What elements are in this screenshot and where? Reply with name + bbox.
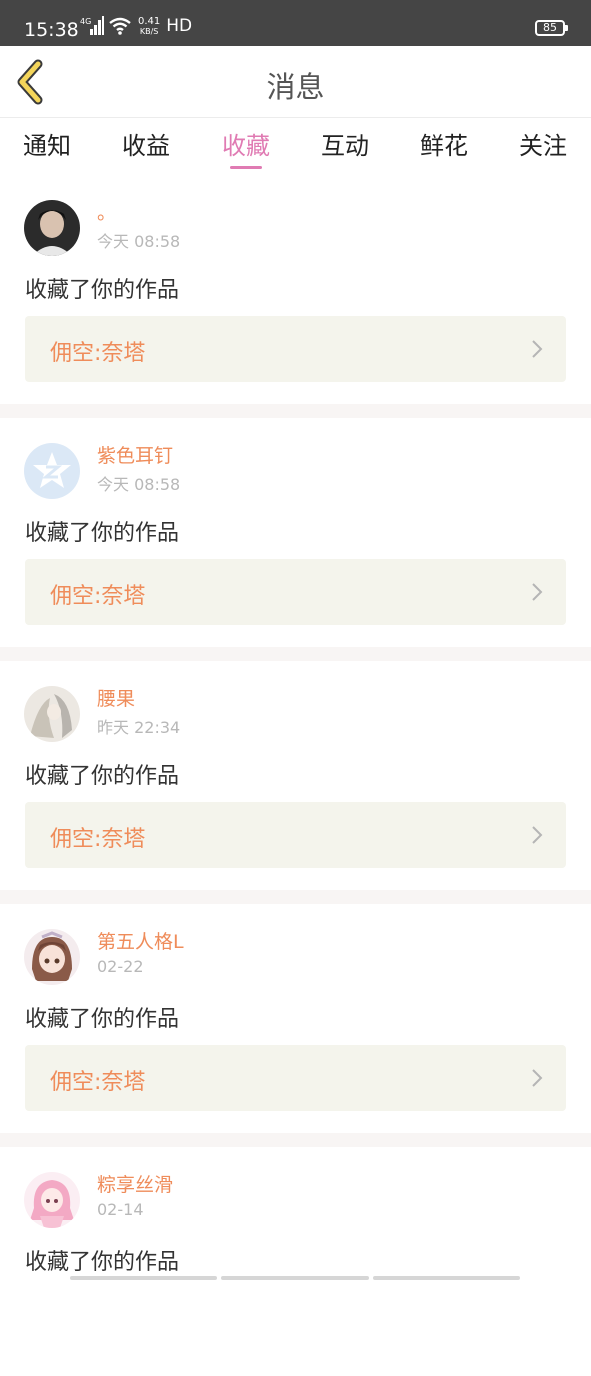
message-time: 02-22 xyxy=(97,957,144,976)
message-text: 收藏了你的作品 xyxy=(25,278,180,303)
tab-label: 互动 xyxy=(321,132,369,160)
avatar[interactable] xyxy=(24,443,80,499)
status-time: 15:38 xyxy=(24,19,79,41)
avatar-image xyxy=(24,686,80,742)
message-time: 昨天 22:34 xyxy=(97,718,181,737)
tab-label: 关注 xyxy=(519,132,567,160)
message-item: 粽享丝滑 02-14 收藏了你的作品 xyxy=(0,1148,591,1376)
tab-notifications[interactable]: 通知 xyxy=(7,126,87,161)
tab-earnings[interactable]: 收益 xyxy=(106,126,186,161)
message-item: 。 今天 08:58 收藏了你的作品 佣空:奈塔 xyxy=(0,176,591,404)
user-name[interactable]: 紫色耳钉 xyxy=(97,441,173,468)
work-title: 佣空:奈塔 xyxy=(50,1070,146,1095)
chevron-right-icon xyxy=(532,1069,543,1087)
tab-label: 收藏 xyxy=(222,132,270,160)
message-time: 02-14 xyxy=(97,1200,144,1219)
chevron-right-icon xyxy=(532,583,543,601)
tab-following[interactable]: 关注 xyxy=(503,126,583,161)
default-avatar-icon xyxy=(24,443,80,499)
message-time: 今天 08:58 xyxy=(97,475,181,494)
scroll-indicator-segment xyxy=(372,1276,520,1280)
cell-signal-icon: 4G xyxy=(80,16,104,35)
message-item: 第五人格L 02-22 收藏了你的作品 佣空:奈塔 xyxy=(0,905,591,1133)
battery-icon: 85 xyxy=(535,20,568,36)
avatar[interactable] xyxy=(24,686,80,742)
work-card[interactable]: 佣空:奈塔 xyxy=(25,316,566,382)
wifi-icon xyxy=(109,17,131,35)
work-title: 佣空:奈塔 xyxy=(50,584,146,609)
message-item: 紫色耳钉 今天 08:58 收藏了你的作品 佣空:奈塔 xyxy=(0,419,591,647)
user-name[interactable]: 粽享丝滑 xyxy=(97,1170,173,1197)
active-tab-indicator xyxy=(230,166,262,169)
chevron-right-icon xyxy=(532,340,543,358)
status-icons: 4G 0.41 KB/S HD xyxy=(80,16,192,36)
avatar[interactable] xyxy=(24,1172,80,1228)
speed-value: 0.41 xyxy=(138,16,161,27)
speed-unit: KB/S xyxy=(139,27,159,36)
divider xyxy=(0,1133,591,1147)
tab-favorites[interactable]: 收藏 xyxy=(206,126,286,169)
chevron-right-icon xyxy=(532,826,543,844)
tab-bar: 通知 收益 收藏 互动 鲜花 关注 xyxy=(0,118,591,174)
avatar-image xyxy=(24,1172,80,1228)
svg-text:4G: 4G xyxy=(80,17,91,26)
status-bar: 15:38 4G 0.41 KB/S HD 85 xyxy=(0,0,591,46)
message-text: 收藏了你的作品 xyxy=(25,1250,180,1275)
work-title: 佣空:奈塔 xyxy=(50,341,146,366)
message-text: 收藏了你的作品 xyxy=(25,764,180,789)
tab-label: 鲜花 xyxy=(420,132,468,160)
tab-flowers[interactable]: 鲜花 xyxy=(404,126,484,161)
avatar-image xyxy=(24,200,80,256)
avatar-image xyxy=(24,929,80,985)
message-time: 今天 08:58 xyxy=(97,232,181,251)
page-title: 消息 xyxy=(266,70,325,104)
message-text: 收藏了你的作品 xyxy=(25,1007,180,1032)
work-card[interactable]: 佣空:奈塔 xyxy=(25,559,566,625)
divider xyxy=(0,404,591,418)
tab-label: 收益 xyxy=(122,132,170,160)
tab-interactions[interactable]: 互动 xyxy=(305,126,385,161)
work-card[interactable]: 佣空:奈塔 xyxy=(25,802,566,868)
message-item: 腰果 昨天 22:34 收藏了你的作品 佣空:奈塔 xyxy=(0,662,591,890)
avatar[interactable] xyxy=(24,929,80,985)
scroll-indicator xyxy=(70,1276,520,1280)
avatar[interactable] xyxy=(24,200,80,256)
divider xyxy=(0,890,591,904)
message-text: 收藏了你的作品 xyxy=(25,521,180,546)
tab-label: 通知 xyxy=(23,132,71,160)
network-speed: 0.41 KB/S xyxy=(138,16,160,36)
user-name[interactable]: 腰果 xyxy=(97,684,135,711)
divider xyxy=(0,647,591,661)
user-name[interactable]: 。 xyxy=(97,198,116,225)
scroll-indicator-segment xyxy=(70,1276,218,1280)
header: 消息 xyxy=(0,46,591,118)
hd-indicator: HD xyxy=(166,16,193,36)
work-title: 佣空:奈塔 xyxy=(50,827,146,852)
scroll-indicator-segment xyxy=(221,1276,369,1280)
user-name[interactable]: 第五人格L xyxy=(97,927,184,954)
work-card[interactable]: 佣空:奈塔 xyxy=(25,1045,566,1111)
